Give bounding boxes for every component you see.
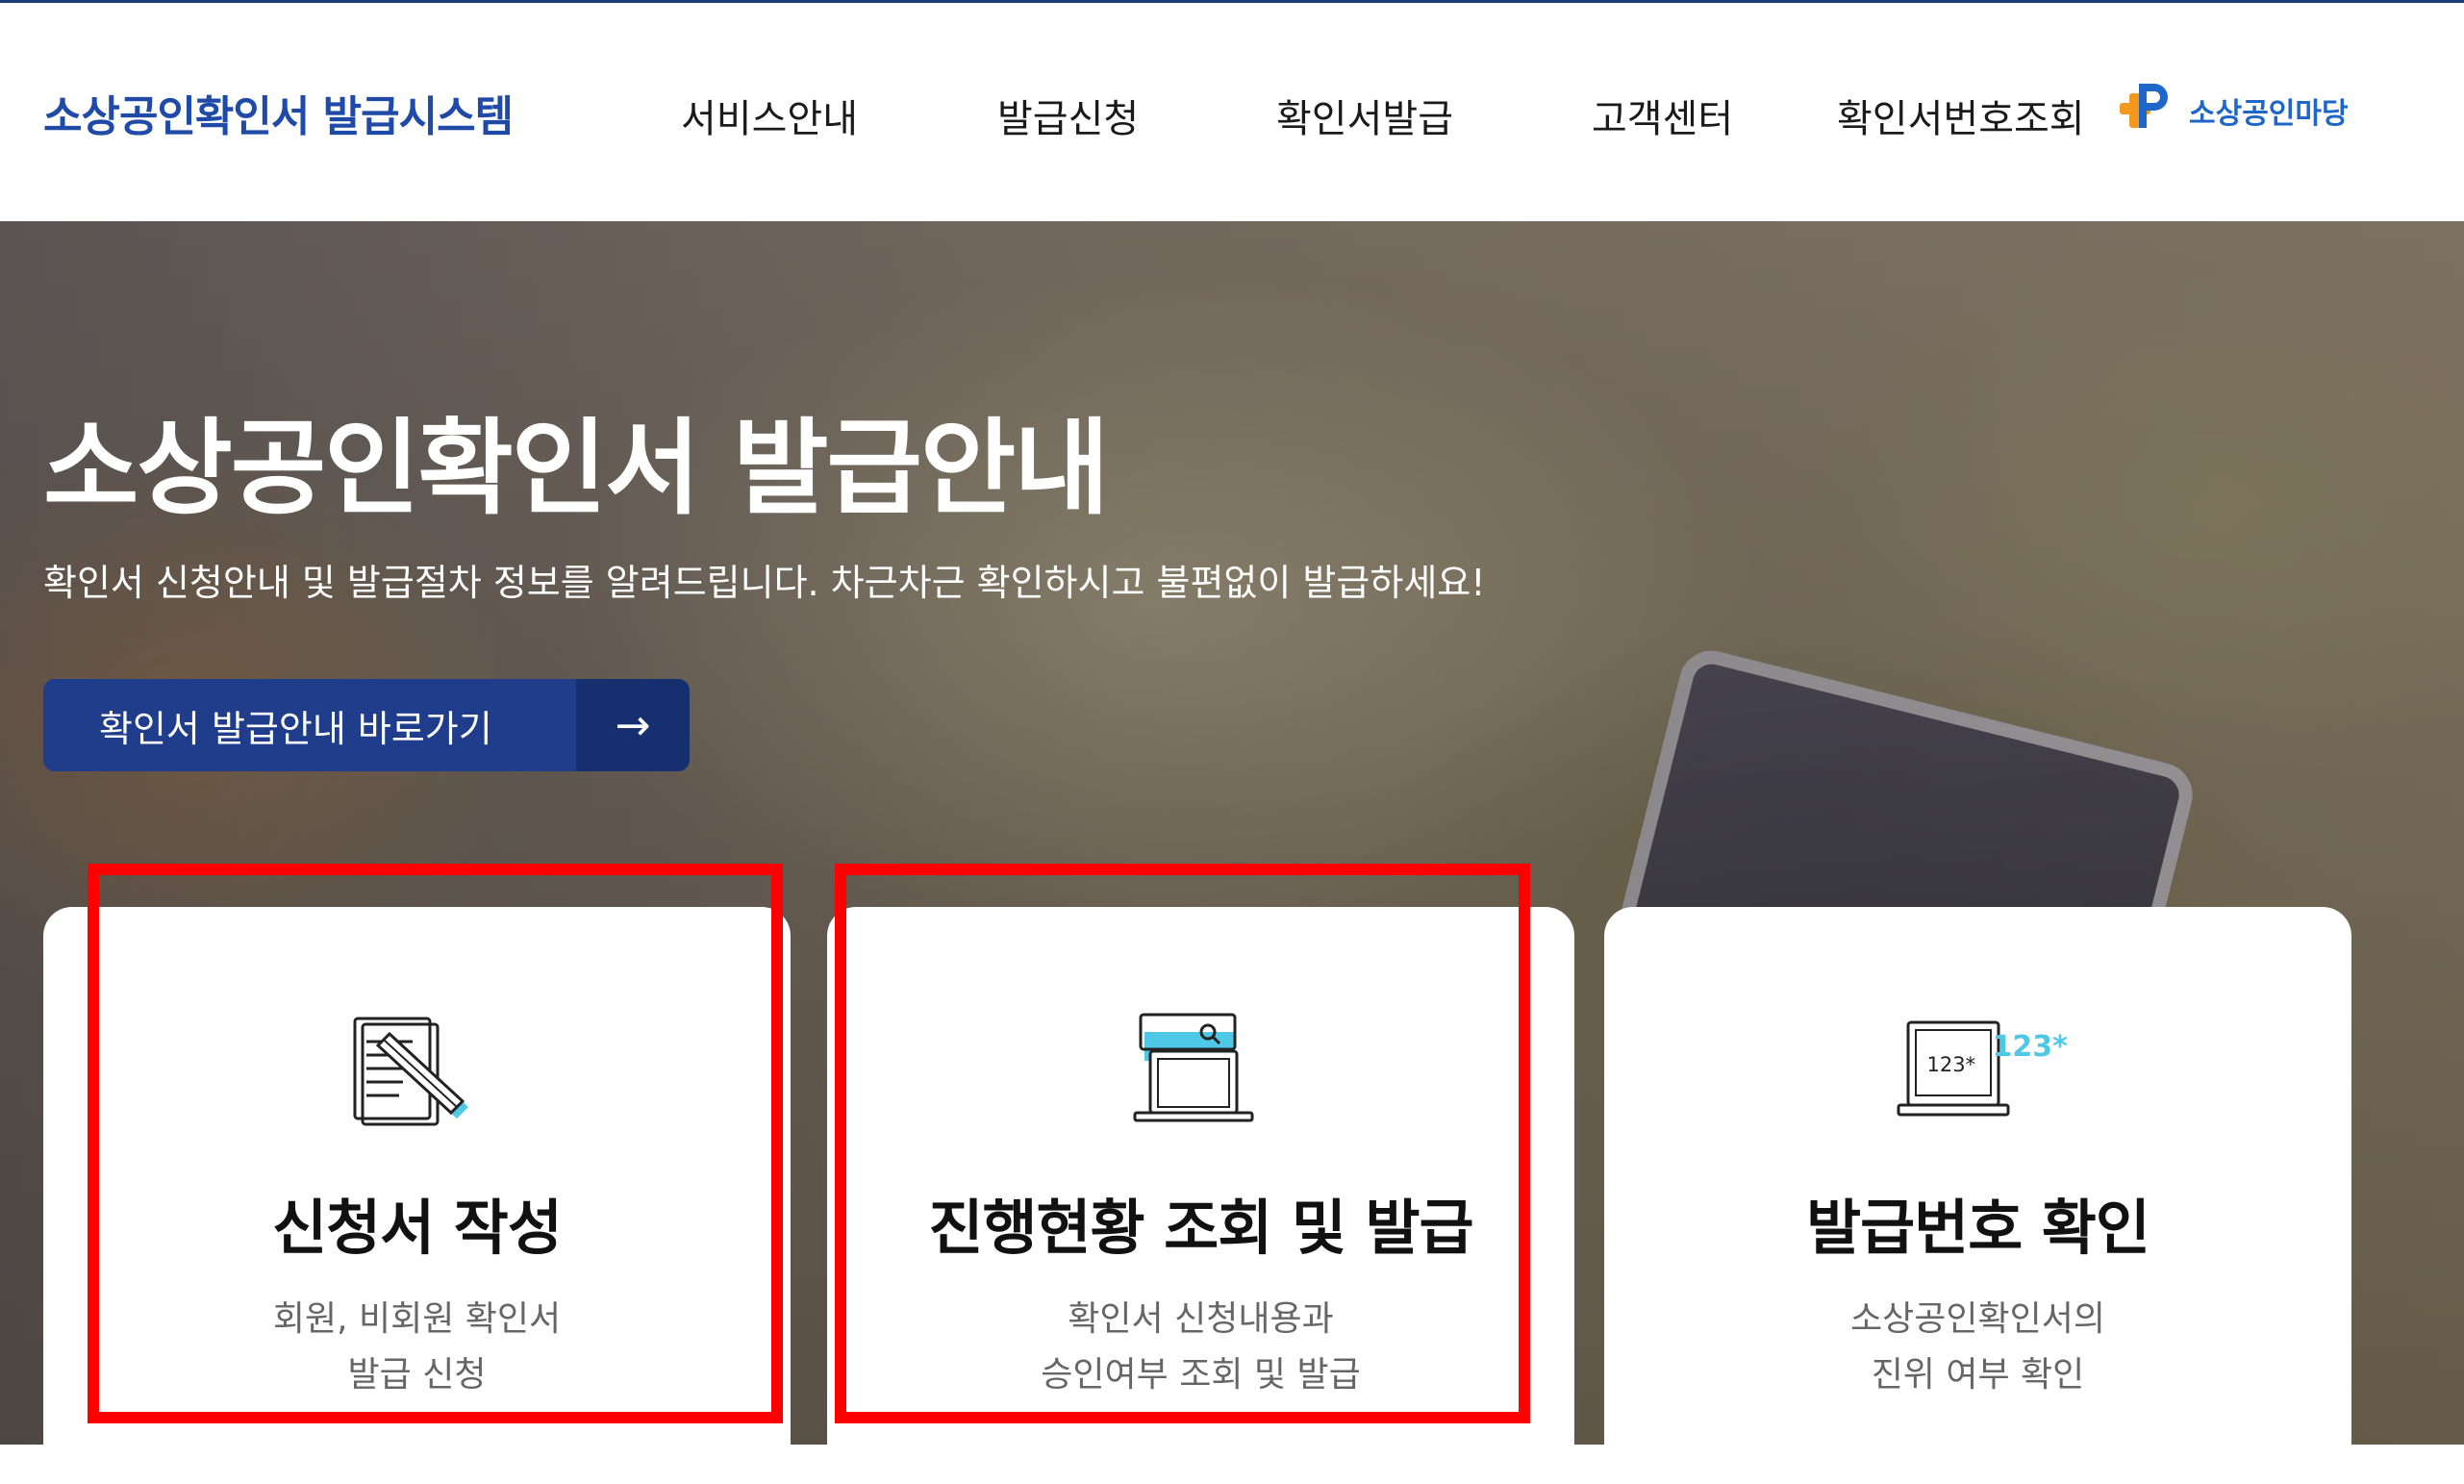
card-desc-line: 발급 신청 [347, 1355, 487, 1395]
nav-item-service-guide[interactable]: 서비스안내 [681, 88, 858, 143]
card-desc-line: 확인서 신청내용과 [1068, 1299, 1334, 1339]
card-issue-number-check[interactable]: 123* 123* 발급번호 확인 소상공인확인서의 진위 여부 확인 [1604, 907, 2351, 1484]
card-title: 진행현황 조회 및 발급 [928, 1193, 1473, 1263]
nav-item-issue[interactable]: 확인서발급 [1276, 88, 1453, 143]
hero-title: 소상공인확인서 발급안내 [43, 409, 1110, 529]
card-desc-line: 승인여부 조회 및 발급 [1041, 1355, 1361, 1395]
card-description: 회원, 비회원 확인서 발급 신청 [43, 1292, 791, 1403]
hero-subtitle: 확인서 신청안내 및 발급절차 정보를 알려드립니다. 차근차근 확인하시고 불… [43, 562, 1486, 604]
card-description: 소상공인확인서의 진위 여부 확인 [1604, 1292, 2351, 1403]
nav-item-apply[interactable]: 발급신청 [997, 88, 1139, 143]
number-label-small: 123* [1926, 1053, 1976, 1076]
document-pen-icon [345, 1013, 490, 1132]
nav-item-customer-center[interactable]: 고객센터 [1592, 88, 1733, 143]
number-label-large: 123* [1992, 1030, 2068, 1064]
brand-link[interactable]: 소상공인마당 [2116, 80, 2349, 141]
card-status-lookup[interactable]: 진행현황 조회 및 발급 확인서 신청내용과 승인여부 조회 및 발급 [827, 907, 1574, 1484]
card-desc-line: 회원, 비회원 확인서 [272, 1299, 562, 1339]
arrow-right-icon: → [576, 679, 690, 771]
brand-name: 소상공인마당 [2189, 97, 2349, 131]
card-application-form[interactable]: 신청서 작성 회원, 비회원 확인서 발급 신청 [43, 907, 791, 1484]
brand-logo-icon [2116, 78, 2177, 143]
laptop-number-icon: 123* 123* [1897, 1013, 2068, 1128]
site-header: 소상공인확인서 발급시스템 서비스안내 발급신청 확인서발급 고객센터 확인서번… [0, 3, 2464, 221]
issue-guide-button-label: 확인서 발급안내 바로가기 [99, 707, 492, 750]
card-description: 확인서 신청내용과 승인여부 조회 및 발급 [827, 1292, 1574, 1403]
site-logo[interactable]: 소상공인확인서 발급시스템 [43, 82, 514, 143]
nav-item-number-lookup[interactable]: 확인서번호조회 [1837, 88, 2085, 143]
card-desc-line: 소상공인확인서의 [1850, 1299, 2105, 1339]
card-title: 신청서 작성 [272, 1193, 563, 1263]
card-title: 발급번호 확인 [1806, 1193, 2150, 1263]
laptop-search-icon [1129, 1013, 1273, 1132]
issue-guide-button[interactable]: 확인서 발급안내 바로가기 → [43, 679, 690, 771]
card-desc-line: 진위 여부 확인 [1871, 1355, 2085, 1395]
